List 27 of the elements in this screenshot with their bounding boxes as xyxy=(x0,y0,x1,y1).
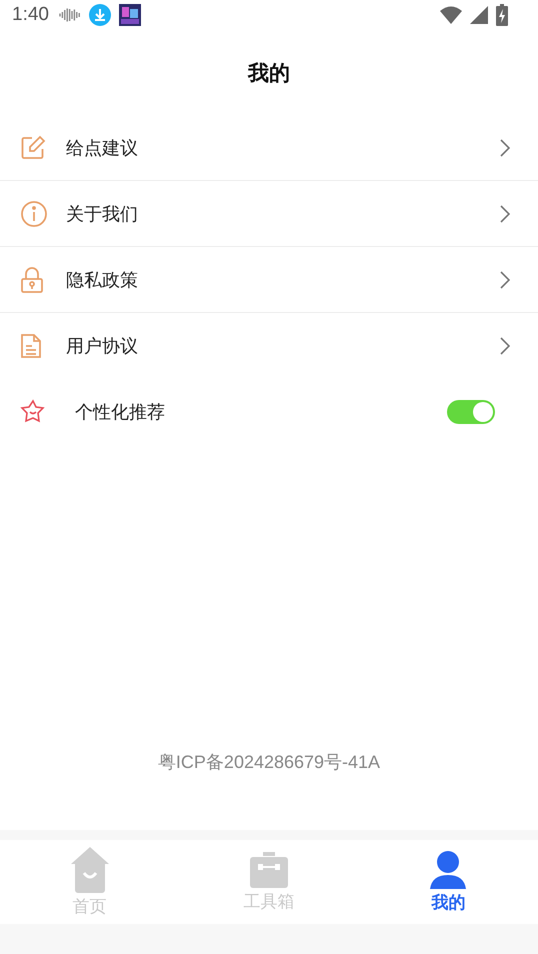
chevron-right-icon xyxy=(500,336,510,354)
status-time: 1:40 xyxy=(12,4,49,26)
lock-icon xyxy=(20,266,44,294)
menu-item-label[interactable]: 关于我们 xyxy=(66,202,500,226)
home-icon xyxy=(70,846,109,892)
chevron-right-icon xyxy=(500,138,510,156)
star-face-icon xyxy=(20,398,46,424)
menu-item-label[interactable]: 给点建议 xyxy=(66,136,500,160)
chevron-right-icon xyxy=(500,270,510,288)
toolbox-icon xyxy=(250,852,288,888)
download-icon xyxy=(88,4,111,26)
icp-license-text: 粤ICP备2024286679号-41A xyxy=(158,751,380,774)
wifi-icon xyxy=(440,6,462,24)
sound-wave-icon xyxy=(58,8,81,22)
signal-icon xyxy=(470,6,488,24)
info-icon xyxy=(20,200,48,228)
edit-icon xyxy=(20,134,46,160)
menu-item-label[interactable]: 用户协议 xyxy=(66,334,500,358)
document-icon xyxy=(20,332,42,358)
person-icon xyxy=(430,850,466,888)
toggle-switch[interactable] xyxy=(447,400,495,424)
menu-item-label[interactable]: 隐私政策 xyxy=(66,268,500,292)
chevron-right-icon xyxy=(500,204,510,222)
page-title: 我的 xyxy=(248,60,290,86)
tab-bar-item[interactable]: 我的 xyxy=(358,840,538,924)
battery-icon xyxy=(496,4,508,26)
menu-item-label[interactable]: 个性化推荐 xyxy=(75,400,447,424)
